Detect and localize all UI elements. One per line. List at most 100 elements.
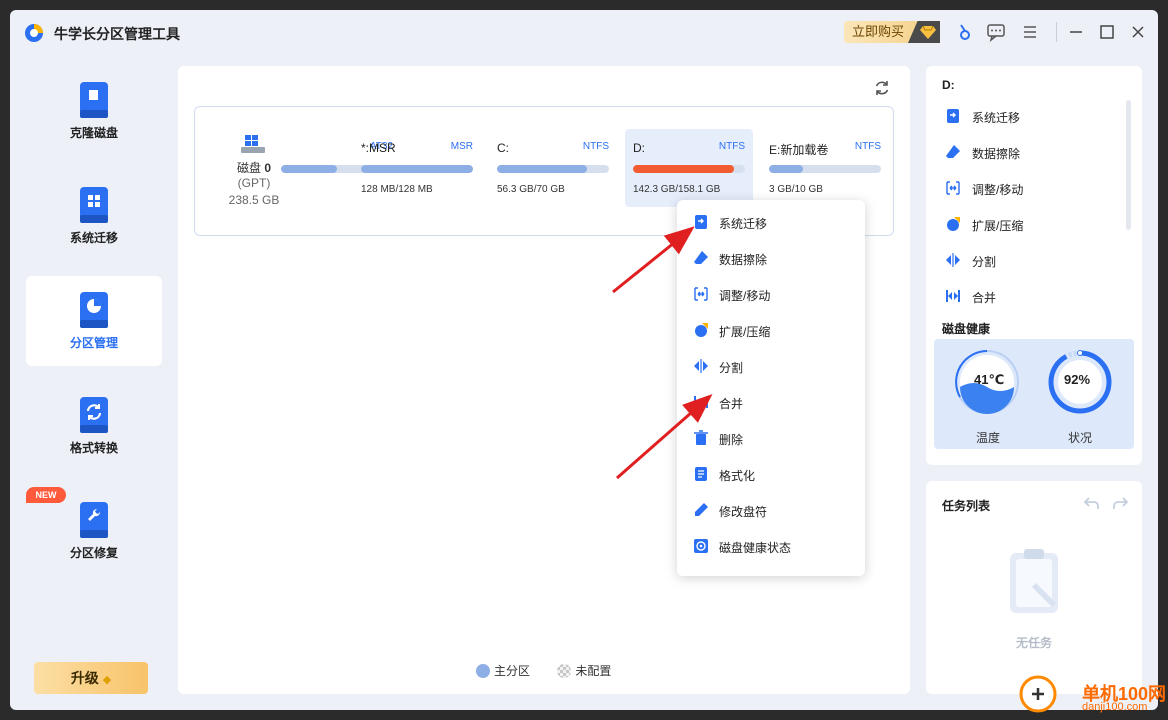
format-icon bbox=[695, 467, 707, 481]
op-system-migrate[interactable]: 系统迁移 bbox=[942, 101, 1122, 131]
menu-item-merge[interactable]: 合并 bbox=[677, 384, 865, 420]
partition-c[interactable]: C: NTFS 56.3 GB/70 GB bbox=[489, 129, 617, 207]
partition-fs: NTFS bbox=[582, 141, 609, 152]
partition-usage-fill bbox=[497, 165, 587, 173]
format-convert-icon bbox=[80, 397, 108, 433]
partition-usage-bar bbox=[361, 165, 473, 173]
buy-now-label: 立即购买 bbox=[852, 24, 905, 39]
menu-item-change-letter[interactable]: 修改盘符 bbox=[677, 492, 865, 528]
menu-item-label: 调整/移动 bbox=[719, 289, 771, 303]
site-watermark: 单机100网 danji100.com bbox=[1018, 675, 1168, 720]
disk-name-prefix: 磁盘 bbox=[236, 161, 265, 175]
app-window: 牛学长分区管理工具 立即购买 克隆磁盘 系统迁移 分区管理 格式转换 分区修复 bbox=[10, 10, 1158, 710]
op-merge[interactable]: 合并 bbox=[942, 281, 1122, 311]
disk-number: 0 bbox=[264, 161, 272, 175]
menu-item-system-migrate[interactable]: 系统迁移 bbox=[677, 204, 865, 240]
op-label: 调整/移动 bbox=[972, 183, 1024, 197]
sidebar-item-label: 克隆磁盘 bbox=[69, 126, 118, 140]
primary-partition-swatch bbox=[476, 663, 490, 678]
partition-context-menu: 系统迁移 数据擦除 调整/移动 扩展/压缩 分割 合并 删除 格式化 修改盘符 … bbox=[677, 200, 865, 576]
sidebar-item-format-convert[interactable]: 格式转换 bbox=[26, 381, 162, 471]
merge-icon bbox=[946, 290, 960, 302]
partition-usage-fill bbox=[633, 165, 734, 173]
minimize-icon[interactable] bbox=[1066, 22, 1086, 42]
partition-usage-bar bbox=[497, 165, 609, 173]
pencil-icon bbox=[695, 503, 708, 516]
upgrade-button[interactable]: 升级 ◆ bbox=[34, 662, 148, 694]
watermark-logo-icon bbox=[1019, 675, 1057, 713]
menu-item-label: 数据擦除 bbox=[719, 253, 768, 267]
menu-item-label: 系统迁移 bbox=[719, 217, 768, 231]
sidebar-item-system-migrate[interactable]: 系统迁移 bbox=[26, 171, 162, 261]
system-migrate-icon bbox=[80, 187, 108, 223]
undo-icon[interactable] bbox=[1084, 495, 1100, 511]
op-split[interactable]: 分割 bbox=[942, 245, 1122, 275]
temperature-value: 41℃ bbox=[974, 372, 1005, 387]
watermark-sub: danji100.com bbox=[1082, 701, 1148, 713]
menu-item-delete[interactable]: 删除 bbox=[677, 420, 865, 456]
sidebar-item-label: 分区管理 bbox=[69, 336, 118, 350]
feedback-icon[interactable] bbox=[986, 22, 1006, 42]
menu-item-label: 格式化 bbox=[719, 469, 756, 483]
disk-health-title: 磁盘健康 bbox=[942, 322, 991, 336]
menu-item-label: 磁盘健康状态 bbox=[719, 541, 792, 555]
menu-item-disk-health[interactable]: 磁盘健康状态 bbox=[677, 528, 865, 564]
menu-item-label: 修改盘符 bbox=[719, 505, 768, 519]
menu-item-split[interactable]: 分割 bbox=[677, 348, 865, 384]
ops-scrollbar[interactable] bbox=[1126, 100, 1131, 230]
disk-health-icon bbox=[694, 539, 708, 553]
maximize-icon[interactable] bbox=[1097, 22, 1117, 42]
op-label: 扩展/压缩 bbox=[972, 219, 1024, 233]
menu-item-label: 合并 bbox=[719, 397, 744, 411]
partition-fs: NTFS bbox=[854, 141, 881, 152]
pin-icon[interactable] bbox=[954, 22, 974, 42]
partition-usage: 142.3 GB/158.1 GB bbox=[633, 184, 721, 195]
clone-disk-icon bbox=[80, 82, 108, 118]
eraser-icon bbox=[946, 145, 960, 158]
op-label: 数据擦除 bbox=[972, 147, 1021, 161]
buy-now-button[interactable]: 立即购买 bbox=[844, 21, 940, 43]
legend-primary: 主分区 bbox=[494, 664, 531, 678]
redo-icon[interactable] bbox=[1112, 495, 1128, 511]
partition-name: C: bbox=[497, 141, 509, 155]
migrate-icon bbox=[695, 215, 707, 229]
eraser-icon bbox=[694, 251, 708, 264]
op-label: 系统迁移 bbox=[972, 111, 1021, 125]
op-resize-move[interactable]: 调整/移动 bbox=[942, 173, 1122, 203]
partition-fs: NTFS bbox=[718, 141, 745, 152]
app-title: 牛学长分区管理工具 bbox=[54, 26, 180, 42]
gem-icon: ◆ bbox=[102, 674, 112, 686]
menu-item-extend-shrink[interactable]: 扩展/压缩 bbox=[677, 312, 865, 348]
split-icon bbox=[694, 359, 708, 373]
partition-usage-fill bbox=[361, 165, 473, 173]
status-label: 状况 bbox=[1068, 431, 1093, 445]
trash-icon bbox=[694, 430, 708, 445]
partition-d[interactable]: D: NTFS 142.3 GB/158.1 GB bbox=[625, 129, 753, 207]
menu-item-resize-move[interactable]: 调整/移动 bbox=[677, 276, 865, 312]
menu-icon[interactable] bbox=[1020, 22, 1040, 42]
app-logo-icon bbox=[25, 24, 43, 42]
menu-item-label: 扩展/压缩 bbox=[719, 325, 771, 339]
extend-icon bbox=[695, 323, 708, 337]
partition-msr[interactable]: *:MSR MSR 128 MB/128 MB bbox=[353, 129, 481, 207]
sidebar-item-partition-manage[interactable]: 分区管理 bbox=[26, 276, 162, 366]
partition-usage-fill bbox=[281, 165, 337, 173]
task-list-empty: 无任务 bbox=[1015, 636, 1052, 650]
refresh-icon[interactable] bbox=[872, 78, 892, 98]
sidebar-item-clone-disk[interactable]: 克隆磁盘 bbox=[26, 66, 162, 156]
op-data-erase[interactable]: 数据擦除 bbox=[942, 137, 1122, 167]
partition-e[interactable]: E:新加载卷 NTFS 3 GB/10 GB bbox=[761, 129, 889, 207]
extend-icon bbox=[947, 217, 960, 231]
op-extend-shrink[interactable]: 扩展/压缩 bbox=[942, 209, 1122, 239]
gem-icon bbox=[908, 21, 940, 43]
menu-item-label: 删除 bbox=[719, 433, 744, 447]
close-icon[interactable] bbox=[1128, 22, 1148, 42]
temperature-label: 温度 bbox=[976, 431, 1001, 445]
partition-ops-panel: D: 系统迁移 数据擦除 调整/移动 扩展/压缩 分割 合并 磁盘健康 41℃ … bbox=[926, 66, 1142, 465]
selected-drive-title: D: bbox=[942, 78, 955, 92]
menu-item-format[interactable]: 格式化 bbox=[677, 456, 865, 492]
resize-icon bbox=[946, 181, 960, 195]
menu-item-data-erase[interactable]: 数据擦除 bbox=[677, 240, 865, 276]
empty-clipboard-icon bbox=[1010, 549, 1058, 613]
legend-unallocated: 未配置 bbox=[575, 664, 612, 678]
